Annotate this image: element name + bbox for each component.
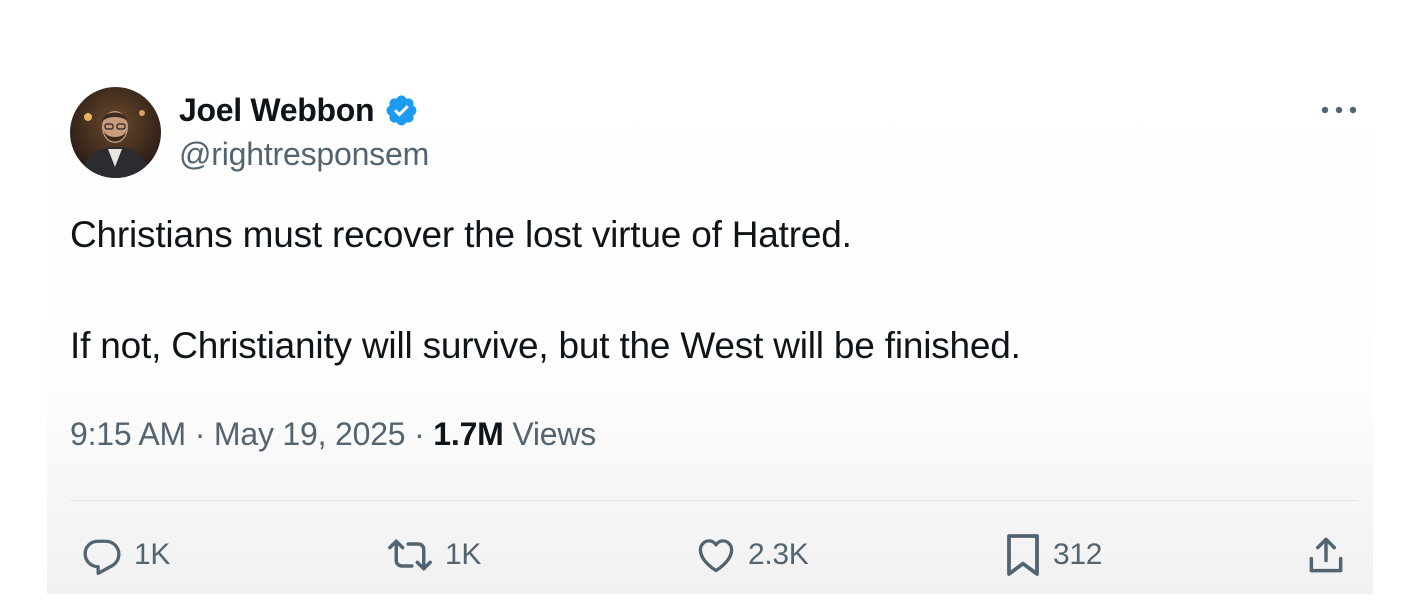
meta-separator: · (414, 416, 425, 452)
more-options-icon[interactable] (1318, 100, 1360, 120)
bookmark-icon (1007, 534, 1039, 576)
like-count: 2.3K (748, 538, 809, 571)
share-icon (1309, 537, 1343, 573)
reply-button[interactable]: 1K (80, 533, 170, 577)
retweet-count: 1K (445, 538, 482, 571)
bookmark-button[interactable]: 312 (1003, 533, 1102, 577)
reply-count: 1K (134, 538, 171, 571)
meta-separator: · (194, 416, 206, 452)
tweet-text-line: Christians must recover the lost virtue … (70, 214, 852, 255)
bookmark-count: 312 (1053, 538, 1103, 571)
views-label: Views (512, 416, 597, 452)
verified-badge-icon (386, 95, 417, 125)
reply-icon (83, 539, 121, 575)
author-name-row: Joel Webbon (179, 90, 419, 130)
retweet-button[interactable]: 1K (385, 533, 481, 577)
tweet-date[interactable]: May 19, 2025 (214, 416, 406, 452)
author-handle[interactable]: @rightresponsem (179, 136, 429, 173)
divider (70, 500, 1358, 501)
tweet-meta: 9:15 AM · May 19, 2025 · 1.7M Views (70, 416, 596, 453)
like-button[interactable]: 2.3K (694, 533, 809, 577)
heart-icon (698, 539, 734, 573)
tweet-time[interactable]: 9:15 AM (70, 416, 186, 452)
tweet-text-line: If not, Christianity will survive, but t… (70, 325, 1021, 366)
avatar-photo (70, 87, 161, 178)
views-count: 1.7M (433, 416, 504, 452)
author-name[interactable]: Joel Webbon (179, 92, 375, 129)
share-button[interactable] (1304, 533, 1348, 577)
retweet-icon (388, 539, 432, 571)
avatar[interactable] (70, 87, 161, 178)
